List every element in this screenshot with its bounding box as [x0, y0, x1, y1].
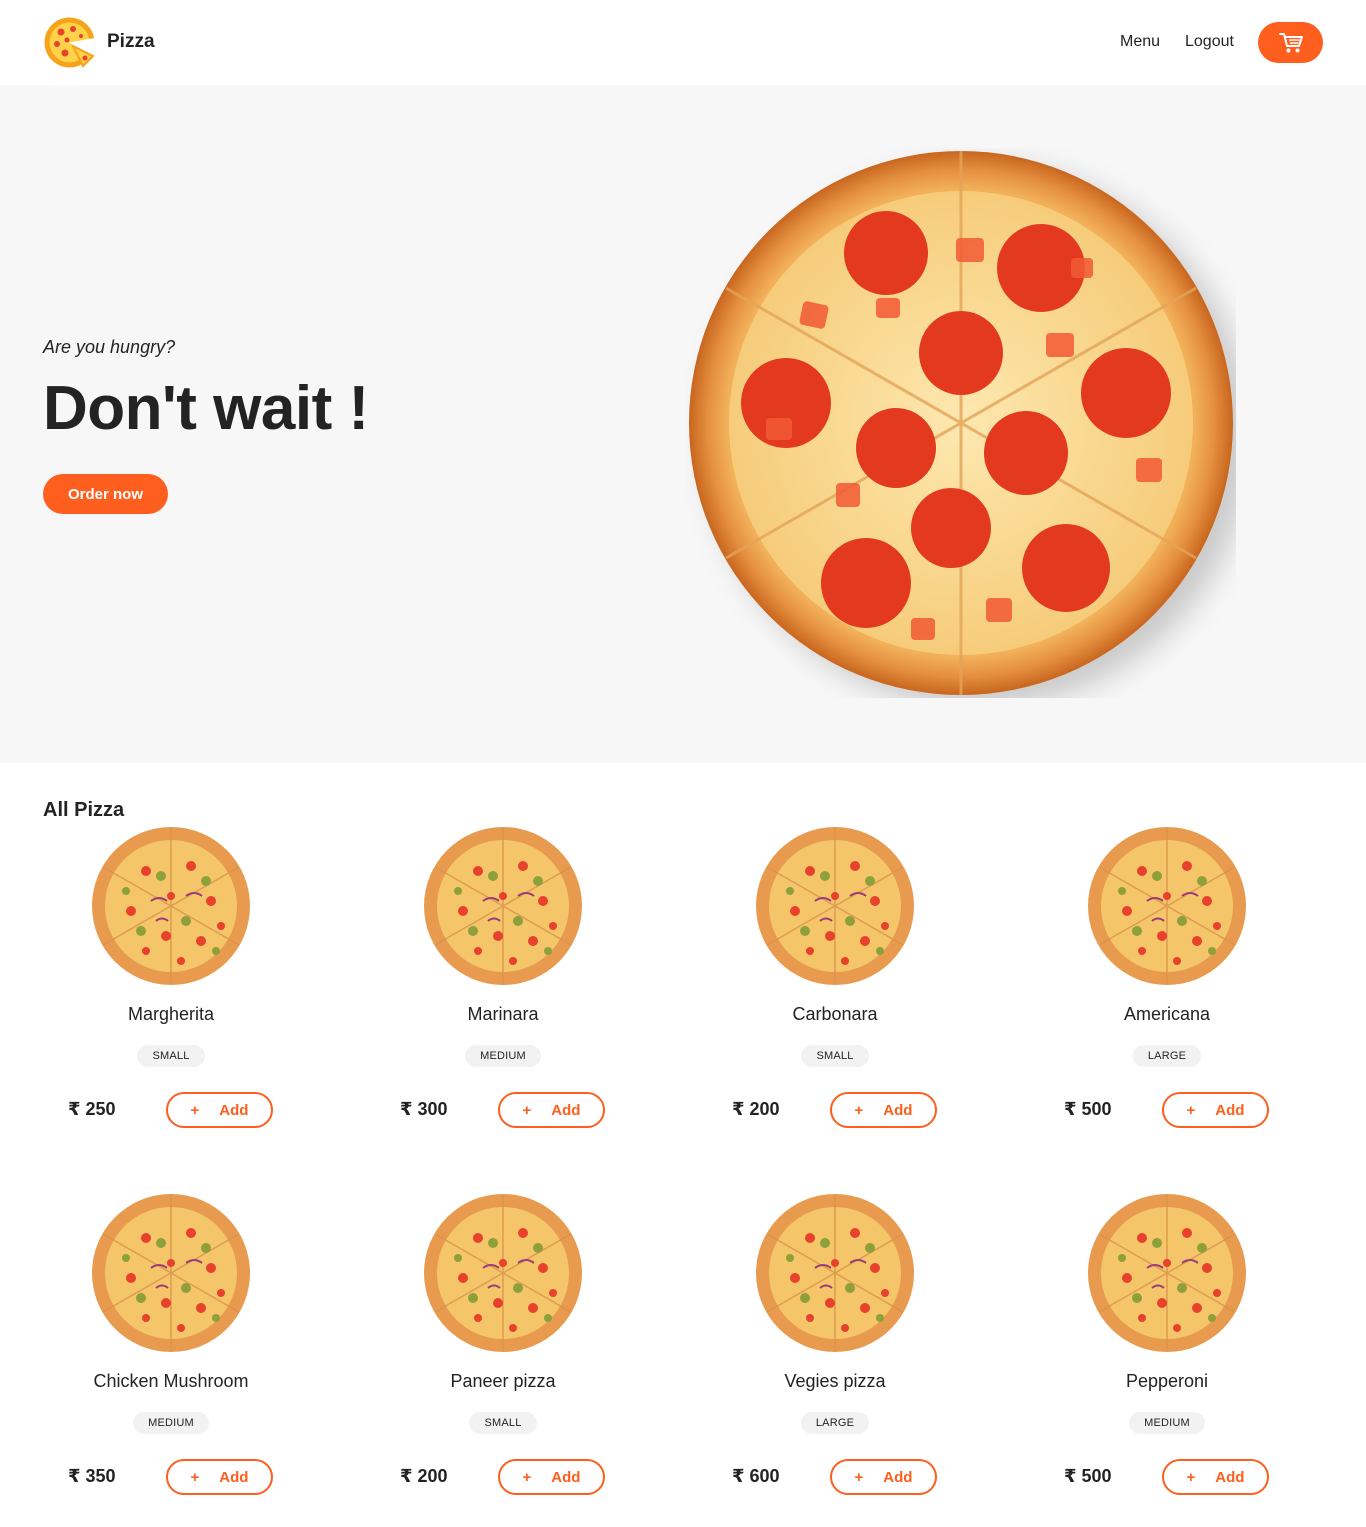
pizza-image	[756, 827, 914, 985]
pizza-price: ₹ 350	[68, 1466, 116, 1486]
add-button-label: Add	[551, 1101, 581, 1119]
pizza-name: Marinara	[467, 1004, 539, 1024]
pizza-card: Vegies pizza LARGE ₹ 600 + Add	[707, 1193, 1039, 1527]
pizza-price: ₹ 500	[1064, 1099, 1112, 1119]
add-to-cart-button[interactable]: + Add	[166, 1459, 273, 1495]
nav-menu-link[interactable]: Menu	[1120, 33, 1160, 51]
add-button-label: Add	[883, 1468, 913, 1486]
cart-button[interactable]	[1258, 22, 1323, 63]
pizza-card: Carbonara SMALL ₹ 200 + Add	[707, 826, 1039, 1166]
add-button-label: Add	[219, 1468, 249, 1486]
nav-logout-link[interactable]: Logout	[1185, 33, 1234, 51]
plus-icon: +	[854, 1468, 864, 1486]
navbar: Pizza Menu Logout	[0, 0, 1366, 85]
pizza-price: ₹ 500	[1064, 1466, 1112, 1486]
size-badge: SMALL	[469, 1412, 537, 1434]
plus-icon: +	[854, 1101, 864, 1119]
add-button-label: Add	[1215, 1468, 1245, 1486]
add-to-cart-button[interactable]: + Add	[830, 1459, 937, 1495]
pizza-name: Paneer pizza	[450, 1371, 556, 1391]
hero-subtitle: Are you hungry?	[43, 337, 176, 357]
pizza-price: ₹ 300	[400, 1099, 448, 1119]
cart-icon	[1278, 32, 1303, 52]
add-button-label: Add	[1215, 1101, 1245, 1119]
pizza-image	[756, 1194, 914, 1352]
size-badge: MEDIUM	[465, 1045, 541, 1067]
pizza-image	[424, 1194, 582, 1352]
section-title: All Pizza	[43, 799, 125, 821]
add-button-label: Add	[219, 1101, 249, 1119]
pizza-name: Americana	[1123, 1004, 1211, 1024]
add-button-label: Add	[883, 1101, 913, 1119]
pizza-price: ₹ 200	[400, 1466, 448, 1486]
size-badge: SMALL	[801, 1045, 869, 1067]
pizza-card: Marinara MEDIUM ₹ 300 + Add	[375, 826, 707, 1166]
pizza-price: ₹ 600	[732, 1466, 780, 1486]
add-to-cart-button[interactable]: + Add	[498, 1459, 605, 1495]
pizza-image	[424, 827, 582, 985]
pizza-name: Margherita	[127, 1004, 215, 1024]
size-badge: LARGE	[800, 1412, 870, 1434]
plus-icon: +	[190, 1101, 200, 1119]
pizza-name: Pepperoni	[1125, 1371, 1209, 1391]
add-to-cart-button[interactable]: + Add	[166, 1092, 273, 1128]
pizza-price: ₹ 200	[732, 1099, 780, 1119]
plus-icon: +	[522, 1468, 532, 1486]
plus-icon: +	[190, 1468, 200, 1486]
add-to-cart-button[interactable]: + Add	[498, 1092, 605, 1128]
pizza-logo-icon[interactable]	[43, 16, 96, 69]
order-now-button[interactable]: Order now	[43, 474, 168, 514]
pizza-image	[92, 827, 250, 985]
pizza-name: Carbonara	[792, 1004, 878, 1024]
add-to-cart-button[interactable]: + Add	[1162, 1459, 1269, 1495]
pizza-card: Chicken Mushroom MEDIUM ₹ 350 + Add	[43, 1193, 375, 1527]
pizza-image	[92, 1194, 250, 1352]
hero-title: Don't wait !	[43, 374, 369, 443]
hero-pizza-image	[689, 151, 1233, 695]
brand-name[interactable]: Pizza	[107, 31, 155, 53]
pizza-image	[1088, 827, 1246, 985]
plus-icon: +	[1186, 1468, 1196, 1486]
pizza-card: Americana LARGE ₹ 500 + Add	[1039, 826, 1366, 1166]
plus-icon: +	[1186, 1101, 1196, 1119]
pizza-card: Pepperoni MEDIUM ₹ 500 + Add	[1039, 1193, 1366, 1527]
plus-icon: +	[522, 1101, 532, 1119]
pizza-card: Margherita SMALL ₹ 250 + Add	[43, 826, 375, 1166]
pizza-image	[1088, 1194, 1246, 1352]
size-badge: MEDIUM	[1129, 1412, 1205, 1434]
hero-section: Are you hungry? Don't wait ! Order now	[0, 85, 1366, 763]
size-badge: LARGE	[1132, 1045, 1202, 1067]
pizza-name: Chicken Mushroom	[93, 1371, 249, 1391]
pizza-name: Vegies pizza	[784, 1371, 886, 1391]
size-badge: MEDIUM	[133, 1412, 209, 1434]
add-button-label: Add	[551, 1468, 581, 1486]
pizza-price: ₹ 250	[68, 1099, 116, 1119]
add-to-cart-button[interactable]: + Add	[1162, 1092, 1269, 1128]
pizza-card: Paneer pizza SMALL ₹ 200 + Add	[375, 1193, 707, 1527]
add-to-cart-button[interactable]: + Add	[830, 1092, 937, 1128]
size-badge: SMALL	[137, 1045, 205, 1067]
